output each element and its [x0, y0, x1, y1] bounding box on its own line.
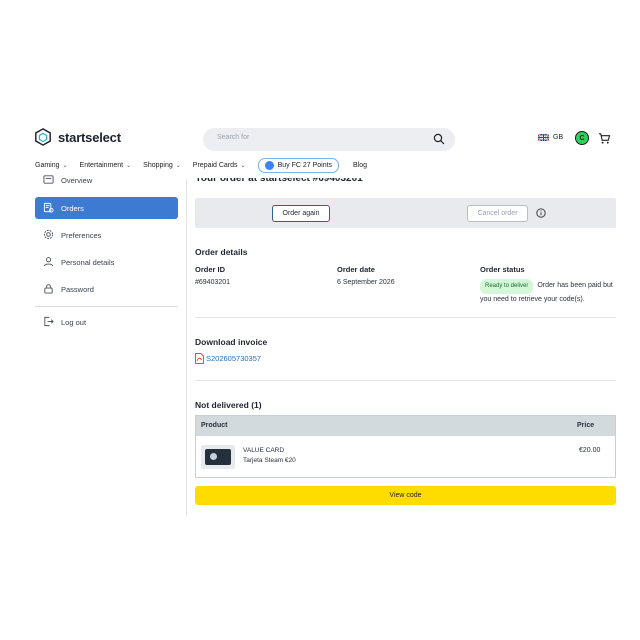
- sidebar-item-preferences[interactable]: Preferences: [35, 224, 178, 246]
- chevron-down-icon: ⌄: [126, 163, 132, 169]
- uk-flag-icon: [538, 134, 549, 141]
- overview-icon: [43, 175, 54, 184]
- sidebar-item-overview[interactable]: Overview: [35, 169, 178, 191]
- nav-label: Prepaid Cards: [192, 162, 238, 169]
- region-selector[interactable]: GB: [538, 134, 563, 141]
- invoice-link[interactable]: S202605730357: [206, 354, 261, 363]
- divider: [195, 317, 616, 318]
- sidebar-item-personal-details[interactable]: Personal details: [35, 251, 178, 273]
- product-type: VALUE CARD: [243, 447, 285, 454]
- view-code-button[interactable]: View code: [195, 486, 616, 505]
- promo-button[interactable]: Buy FC 27 Points: [257, 158, 340, 173]
- table-header: Product Price: [196, 416, 615, 436]
- order-status-label: Order status: [480, 265, 525, 274]
- order-date-value: 6 September 2026: [337, 279, 395, 286]
- search-bar[interactable]: Search for: [203, 128, 455, 151]
- download-invoice-heading: Download invoice: [195, 337, 268, 347]
- pdf-icon: [195, 353, 204, 364]
- sidebar-item-orders[interactable]: Orders: [35, 197, 178, 219]
- sidebar-item-label: Password: [61, 284, 94, 294]
- nav-item-entertainment[interactable]: Entertainment ⌄: [80, 162, 132, 169]
- product-price: €20.00: [579, 447, 601, 454]
- coins-icon[interactable]: C: [575, 131, 589, 145]
- sidebar-item-label: Preferences: [61, 230, 102, 240]
- gear-icon: [43, 229, 54, 240]
- divider: [195, 380, 616, 381]
- sidebar-item-password[interactable]: Password: [35, 278, 178, 300]
- search-input[interactable]: Search for: [217, 134, 249, 141]
- lock-icon: [44, 284, 53, 294]
- not-delivered-heading: Not delivered (1): [195, 400, 262, 410]
- order-status-value: Ready to deliver Order has been paid but …: [480, 279, 616, 305]
- order-id-value: #69403201: [195, 279, 231, 286]
- nav-label: Entertainment: [79, 162, 124, 169]
- sidebar-item-label: Log out: [61, 317, 87, 327]
- sidebar-item-label: Overview: [61, 175, 93, 185]
- cancel-order-button[interactable]: Cancel order: [467, 205, 528, 222]
- cart-icon[interactable]: [598, 132, 611, 145]
- brand-logo[interactable]: startselect: [34, 128, 121, 146]
- region-label: GB: [553, 134, 564, 141]
- search-icon[interactable]: [433, 133, 445, 145]
- order-actions-bar: Order again Cancel order: [195, 198, 616, 228]
- nav-label: Shopping: [143, 162, 173, 169]
- sidebar-divider: [35, 306, 178, 307]
- status-badge: Ready to deliver: [480, 279, 534, 294]
- user-icon: [43, 257, 54, 267]
- steam-card-image: [205, 449, 231, 465]
- order-id-label: Order ID: [195, 265, 226, 274]
- col-product: Product: [201, 422, 228, 429]
- chevron-down-icon: ⌄: [62, 163, 68, 169]
- nav-item-shopping[interactable]: Shopping ⌄: [143, 162, 181, 169]
- sidebar-separator: [186, 180, 187, 515]
- points-icon: [264, 161, 274, 170]
- chevron-down-icon: ⌄: [175, 163, 181, 169]
- nav-label: Blog: [353, 162, 368, 169]
- order-details-heading: Order details: [195, 247, 248, 257]
- sidebar-item-label: Orders: [61, 203, 84, 213]
- chevron-down-icon: ⌄: [240, 163, 246, 169]
- product-thumbnail[interactable]: [201, 445, 235, 469]
- order-again-button[interactable]: Order again: [272, 205, 330, 222]
- nav-item-prepaid-cards[interactable]: Prepaid Cards ⌄: [193, 162, 246, 169]
- promo-label: Buy FC 27 Points: [277, 162, 333, 169]
- col-price: Price: [577, 422, 595, 429]
- sidebar-item-label: Personal details: [61, 257, 115, 267]
- info-icon[interactable]: [536, 208, 546, 218]
- nav-item-gaming[interactable]: Gaming ⌄: [35, 162, 68, 169]
- not-delivered-table: Product Price VALUE CARD Tarjeta Steam €…: [195, 415, 616, 478]
- nav-label: Gaming: [35, 162, 60, 169]
- logo-mark-icon: [35, 128, 51, 146]
- logout-icon: [44, 316, 54, 327]
- orders-icon: [43, 202, 54, 213]
- product-name[interactable]: Tarjeta Steam €20: [243, 457, 296, 464]
- order-date-label: Order date: [337, 265, 375, 274]
- sidebar-item-log-out[interactable]: Log out: [35, 311, 178, 333]
- brand-name: startselect: [58, 129, 121, 145]
- nav-item-blog[interactable]: Blog: [353, 162, 367, 169]
